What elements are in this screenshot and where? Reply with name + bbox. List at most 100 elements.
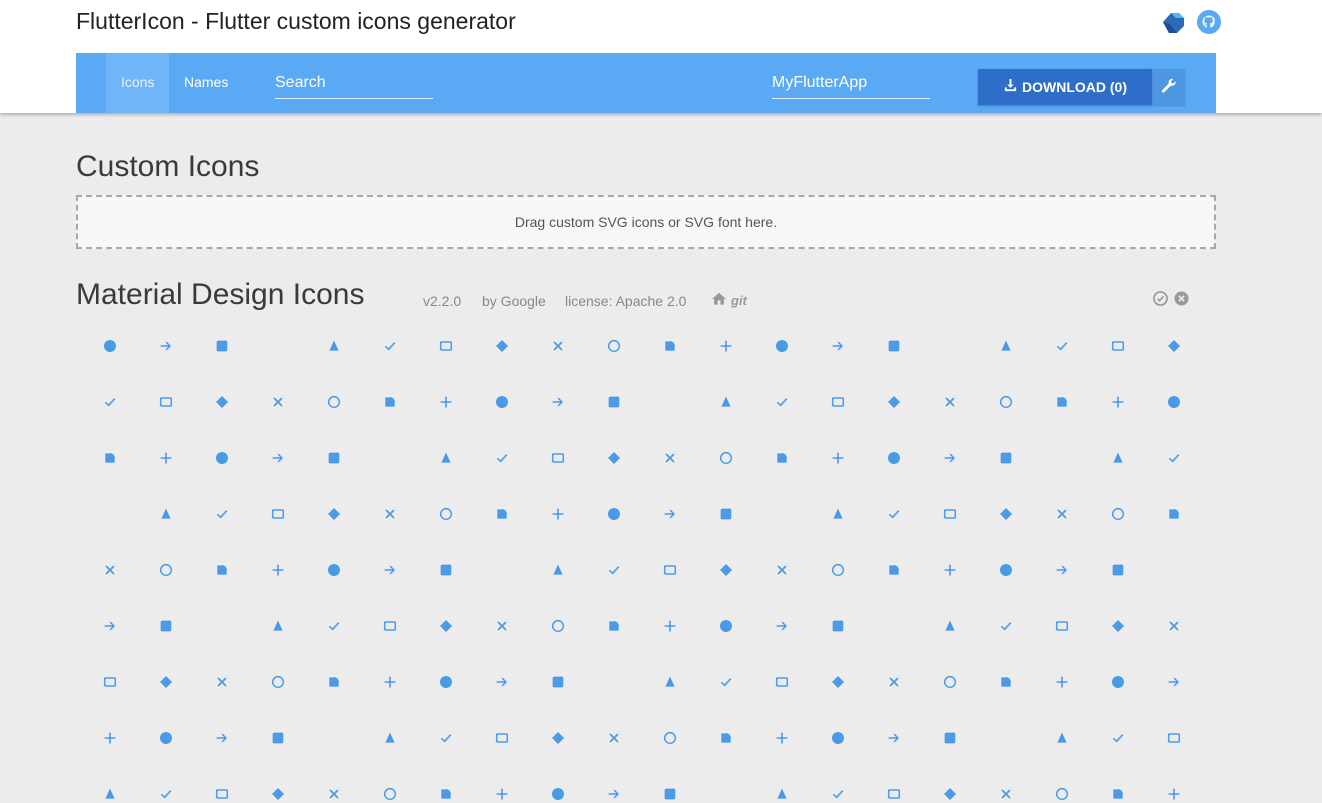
call-icon[interactable] <box>474 654 530 710</box>
brightness-low-icon[interactable] <box>922 598 978 654</box>
brightness-6-icon[interactable] <box>698 598 754 654</box>
account-box-icon[interactable] <box>586 318 642 374</box>
deselect-all-icon[interactable] <box>1174 291 1189 306</box>
account-balance-icon[interactable] <box>474 318 530 374</box>
adjust-icon[interactable] <box>250 374 306 430</box>
arrow-back-icon[interactable] <box>474 430 530 486</box>
arrow-forward-icon[interactable] <box>754 430 810 486</box>
assignment-icon[interactable] <box>1034 430 1090 486</box>
brightness-1-icon[interactable] <box>418 598 474 654</box>
bug-report-icon[interactable] <box>82 654 138 710</box>
call-missed-icon[interactable] <box>698 654 754 710</box>
camera-enhance-icon[interactable] <box>1090 654 1146 710</box>
arrow-drop-up-icon[interactable] <box>698 430 754 486</box>
cloud-circle-icon[interactable] <box>642 766 698 803</box>
battery-charging-full-icon[interactable] <box>866 486 922 542</box>
brightness-medium-icon[interactable] <box>978 598 1034 654</box>
assessment-icon[interactable] <box>978 430 1034 486</box>
border-top-icon[interactable] <box>250 598 306 654</box>
assignment-late-icon[interactable] <box>1146 430 1202 486</box>
cake-icon[interactable] <box>418 654 474 710</box>
airline-seat-legroom-normal-icon[interactable] <box>530 374 586 430</box>
brush-icon[interactable] <box>1090 598 1146 654</box>
assistant-icon[interactable] <box>250 486 306 542</box>
battery-std-icon[interactable] <box>978 486 1034 542</box>
backspace-icon[interactable] <box>698 486 754 542</box>
all-out-icon[interactable] <box>194 430 250 486</box>
cancel-icon[interactable] <box>194 710 250 766</box>
call-merge-icon[interactable] <box>642 654 698 710</box>
archive-icon[interactable] <box>418 430 474 486</box>
check-box-icon[interactable] <box>978 710 1034 766</box>
airline-seat-recline-extra-icon[interactable] <box>642 374 698 430</box>
tab-names[interactable]: Names <box>169 53 243 113</box>
bluetooth-icon[interactable] <box>138 542 194 598</box>
business-center-icon[interactable] <box>306 654 362 710</box>
dart-logo-icon[interactable] <box>1160 9 1186 35</box>
ac-unit-icon[interactable] <box>138 318 194 374</box>
account-balance-wallet-icon[interactable] <box>530 318 586 374</box>
airport-shuttle-icon[interactable] <box>922 374 978 430</box>
border-vertical-icon[interactable] <box>306 598 362 654</box>
access-alarms-icon[interactable] <box>250 318 306 374</box>
call-end-icon[interactable] <box>530 654 586 710</box>
cached-icon[interactable] <box>362 654 418 710</box>
settings-button[interactable] <box>1153 69 1185 105</box>
accessibility-icon[interactable] <box>362 318 418 374</box>
bubble-chart-icon[interactable] <box>1146 598 1202 654</box>
border-right-icon[interactable] <box>138 598 194 654</box>
beach-access-icon[interactable] <box>1090 486 1146 542</box>
blur-on-icon[interactable] <box>586 542 642 598</box>
download-button[interactable]: DOWNLOAD (0) <box>978 69 1152 105</box>
airline-seat-flat-icon[interactable] <box>306 374 362 430</box>
assignment-returned-icon[interactable] <box>138 486 194 542</box>
search-input[interactable] <box>275 70 433 99</box>
border-clear-icon[interactable] <box>922 542 978 598</box>
collections-bookmark-icon[interactable] <box>1090 766 1146 803</box>
brightness-2-icon[interactable] <box>474 598 530 654</box>
class-icon[interactable] <box>306 766 362 803</box>
chrome-reader-mode-icon[interactable] <box>250 766 306 803</box>
alarm-on-icon[interactable] <box>1146 374 1202 430</box>
audiotrack-icon[interactable] <box>530 486 586 542</box>
svg-dropzone[interactable]: Drag custom SVG icons or SVG font here. <box>76 195 1216 249</box>
airplay-icon[interactable] <box>866 374 922 430</box>
airplanemode-inactive-icon[interactable] <box>810 374 866 430</box>
chevron-left-icon[interactable] <box>1146 710 1202 766</box>
broken-image-icon[interactable] <box>1034 598 1090 654</box>
adb-icon[interactable] <box>698 318 754 374</box>
backup-icon[interactable] <box>754 486 810 542</box>
closed-caption-icon[interactable] <box>530 766 586 803</box>
arrow-drop-down-circle-icon[interactable] <box>642 430 698 486</box>
child-care-icon[interactable] <box>138 766 194 803</box>
tab-icons[interactable]: Icons <box>106 53 170 113</box>
cloud-upload-icon[interactable] <box>922 766 978 803</box>
camera-icon[interactable] <box>978 654 1034 710</box>
check-circle-icon[interactable] <box>1090 710 1146 766</box>
github-icon[interactable] <box>1196 9 1222 35</box>
airplanemode-active-icon[interactable] <box>754 374 810 430</box>
all-inclusive-icon[interactable] <box>138 430 194 486</box>
art-track-icon[interactable] <box>866 430 922 486</box>
assignment-ind-icon[interactable] <box>1090 430 1146 486</box>
block-icon[interactable] <box>82 542 138 598</box>
add-location-icon[interactable] <box>1146 318 1202 374</box>
airline-seat-recline-normal-icon[interactable] <box>698 374 754 430</box>
build-icon[interactable] <box>138 654 194 710</box>
arrow-downward-icon[interactable] <box>530 430 586 486</box>
add-circle-outline-icon[interactable] <box>1090 318 1146 374</box>
brightness-3-icon[interactable] <box>530 598 586 654</box>
branding-watermark-icon[interactable] <box>362 598 418 654</box>
access-alarm-icon[interactable] <box>194 318 250 374</box>
app-name-input[interactable] <box>772 70 930 99</box>
add-alert-icon[interactable] <box>922 318 978 374</box>
bluetooth-audio-icon[interactable] <box>194 542 250 598</box>
code-icon[interactable] <box>978 766 1034 803</box>
account-circle-icon[interactable] <box>642 318 698 374</box>
camera-front-icon[interactable] <box>1146 654 1202 710</box>
airline-seat-individual-suite-icon[interactable] <box>418 374 474 430</box>
cloud-icon[interactable] <box>586 766 642 803</box>
add-a-photo-icon[interactable] <box>810 318 866 374</box>
brightness-high-icon[interactable] <box>866 598 922 654</box>
chat-icon[interactable] <box>754 710 810 766</box>
